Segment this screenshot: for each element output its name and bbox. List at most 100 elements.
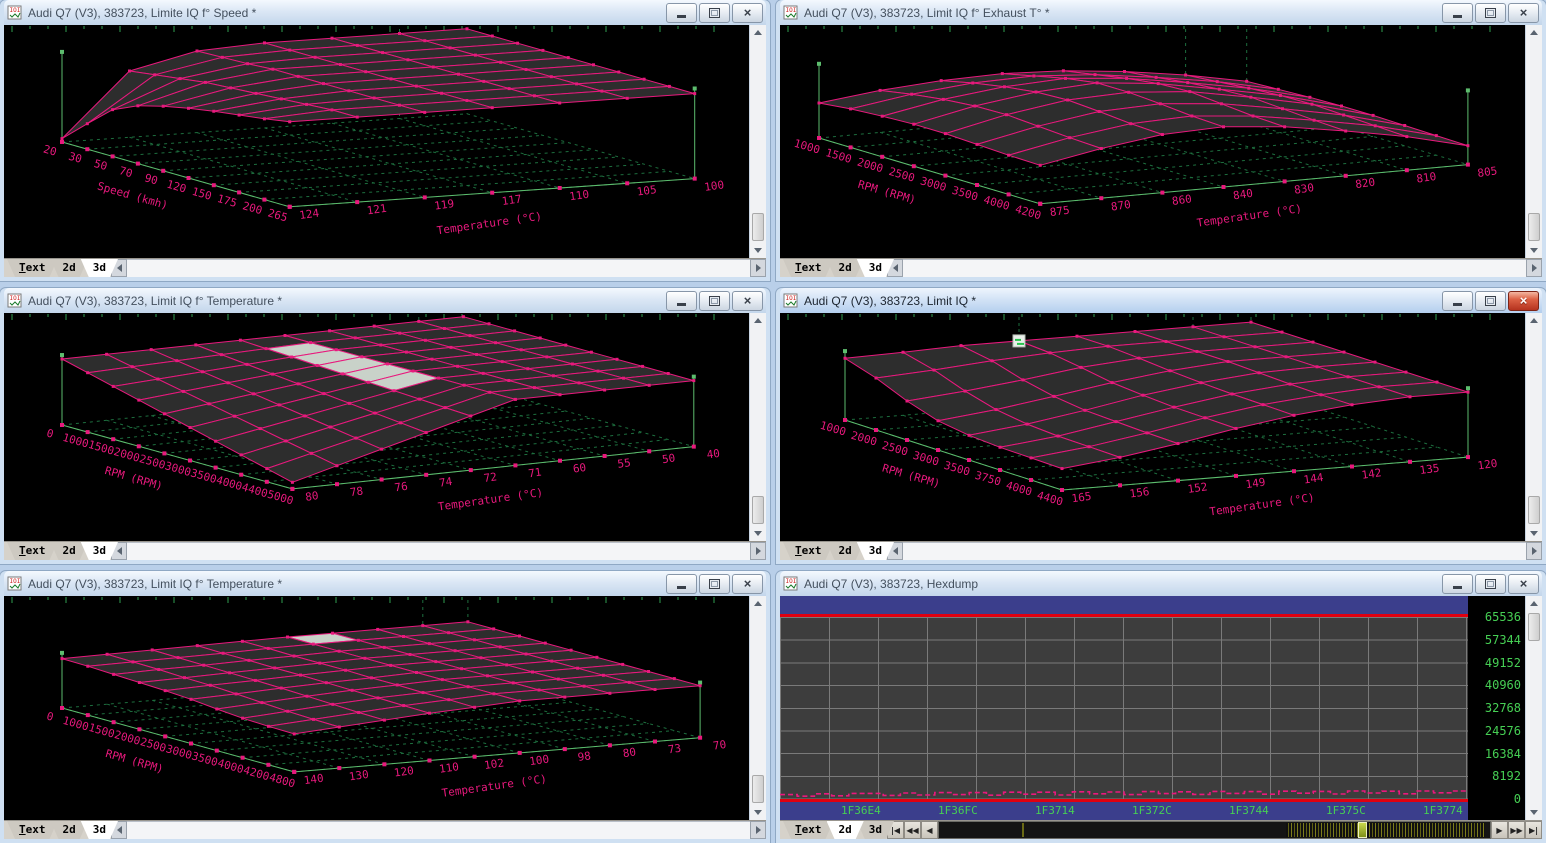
vertical-scrollbar[interactable]	[1525, 596, 1542, 820]
scroll-up-arrow[interactable]	[750, 25, 766, 40]
tab-text[interactable]: Text	[783, 542, 834, 560]
scroll-up-arrow[interactable]	[750, 596, 766, 611]
scroll-down-arrow[interactable]	[1526, 243, 1542, 258]
scrollbar-thumb[interactable]	[752, 775, 764, 803]
minimize-button[interactable]	[1442, 574, 1473, 594]
minimize-button[interactable]	[666, 291, 697, 311]
surface-plot-limit-iq[interactable]: 10002000250030003500375040004400RPM (RPM…	[780, 313, 1525, 541]
vertical-scrollbar[interactable]	[749, 25, 766, 258]
hscroll-right-arrow[interactable]	[750, 542, 766, 560]
hscroll-right-arrow[interactable]	[750, 821, 766, 839]
horizontal-scrollbar-track[interactable]	[903, 542, 1526, 560]
window-title: Audi Q7 (V3), 383723, Limite IQ f° Speed…	[28, 6, 666, 20]
surface-plot-temperature-1[interactable]: 0100015002000250030003500400044005000RPM…	[4, 313, 749, 541]
hexdump-trace	[780, 787, 1468, 799]
nav-fast-fwd-button[interactable]: ▶▶	[1508, 821, 1525, 839]
close-button[interactable]: ×	[732, 291, 763, 311]
restore-button[interactable]	[699, 291, 730, 311]
nav-fwd-button[interactable]: ▶	[1491, 821, 1508, 839]
titlebar[interactable]: IOI Audi Q7 (V3), 383723, Limit IQ f° Ex…	[780, 0, 1542, 25]
minimize-icon	[677, 303, 686, 306]
svg-text:80: 80	[622, 745, 637, 760]
svg-text:130: 130	[348, 768, 369, 784]
nav-fast-back-button[interactable]: ◀◀	[904, 821, 921, 839]
tab-text[interactable]: Text	[7, 542, 58, 560]
minimize-button[interactable]	[666, 574, 697, 594]
horizontal-scrollbar-track[interactable]	[127, 821, 750, 839]
titlebar[interactable]: IOI Audi Q7 (V3), 383723, Limit IQ * ×	[780, 288, 1542, 313]
titlebar[interactable]: IOI Audi Q7 (V3), 383723, Limit IQ f° Te…	[4, 288, 766, 313]
scroll-up-arrow[interactable]	[1526, 25, 1542, 40]
tab-2d[interactable]: 2d	[827, 821, 864, 839]
restore-button[interactable]	[699, 574, 730, 594]
scroll-up-arrow[interactable]	[750, 313, 766, 328]
svg-text:175: 175	[216, 192, 239, 210]
svg-text:110: 110	[438, 760, 459, 776]
hscroll-right-arrow[interactable]	[1526, 259, 1542, 277]
triangle-down-icon	[754, 531, 762, 540]
scroll-down-arrow[interactable]	[1526, 805, 1542, 820]
window-limit-iq-temperature-1: IOI Audi Q7 (V3), 383723, Limit IQ f° Te…	[0, 288, 770, 564]
scrollbar-thumb[interactable]	[1528, 613, 1540, 641]
close-icon: ×	[744, 6, 752, 19]
hexdump-minimap-scrollbar[interactable]	[938, 821, 1491, 839]
titlebar[interactable]: IOI Audi Q7 (V3), 383723, Limite IQ f° S…	[4, 0, 766, 25]
surface-plot-speed[interactable]: 2030507090120150175200265Speed (kmh)1241…	[4, 25, 749, 258]
minimize-button[interactable]	[1442, 291, 1473, 311]
close-button[interactable]: ×	[732, 3, 763, 23]
hscroll-right-arrow[interactable]	[750, 259, 766, 277]
tab-text[interactable]: Text	[783, 821, 834, 839]
surface-plot-exhaust[interactable]: 10001500200025003000350040004200RPM (RPM…	[780, 25, 1525, 258]
svg-text:102: 102	[483, 756, 504, 772]
address-label: 1F372C	[1132, 804, 1172, 817]
titlebar[interactable]: IOI Audi Q7 (V3), 383723, Limit IQ f° Te…	[4, 571, 766, 596]
svg-text:150: 150	[190, 185, 213, 203]
titlebar[interactable]: IOI Audi Q7 (V3), 383723, Hexdump ×	[780, 571, 1542, 596]
close-button[interactable]: ×	[1508, 3, 1539, 23]
minimize-button[interactable]	[1442, 3, 1473, 23]
scroll-down-arrow[interactable]	[750, 243, 766, 258]
minimap-position-marker[interactable]	[1358, 822, 1367, 838]
hexdump-top-band	[780, 596, 1468, 614]
scroll-down-arrow[interactable]	[750, 805, 766, 820]
scrollbar-thumb[interactable]	[752, 213, 764, 241]
minimap-data-cluster	[1286, 823, 1484, 837]
scroll-down-arrow[interactable]	[1526, 526, 1542, 541]
tab-text[interactable]: Text	[7, 259, 58, 277]
svg-text:73: 73	[667, 742, 682, 757]
surface-plot-temperature-2[interactable]: 0100015002000250030003500400042004800RPM…	[4, 596, 749, 820]
close-button[interactable]: ×	[732, 574, 763, 594]
horizontal-scrollbar-track[interactable]	[127, 542, 750, 560]
restore-button[interactable]	[1475, 3, 1506, 23]
scrollbar-thumb[interactable]	[752, 496, 764, 524]
horizontal-scrollbar-track[interactable]	[903, 259, 1526, 277]
horizontal-scrollbar-track[interactable]	[127, 259, 750, 277]
svg-text:840: 840	[1232, 187, 1253, 203]
vertical-scrollbar[interactable]	[1525, 25, 1542, 258]
vertical-scrollbar[interactable]	[749, 596, 766, 820]
restore-button[interactable]	[699, 3, 730, 23]
scroll-up-arrow[interactable]	[1526, 313, 1542, 328]
svg-text:100: 100	[703, 178, 724, 194]
tab-text[interactable]: Text	[783, 259, 834, 277]
svg-text:200: 200	[241, 199, 264, 217]
tab-text[interactable]: Text	[7, 821, 58, 839]
hexdump-grid[interactable]	[780, 617, 1468, 799]
minimize-button[interactable]	[666, 3, 697, 23]
nav-back-button[interactable]: ◀	[921, 821, 938, 839]
restore-button[interactable]	[1475, 291, 1506, 311]
close-button[interactable]: ×	[1508, 291, 1539, 311]
close-button[interactable]: ×	[1508, 574, 1539, 594]
nav-last-button[interactable]: ▶|	[1525, 821, 1542, 839]
vertical-scrollbar[interactable]	[749, 313, 766, 541]
vertical-scrollbar[interactable]	[1525, 313, 1542, 541]
hexdump-graph[interactable]: 1F36E41F36FC1F37141F372C1F37441F375C1F37…	[780, 596, 1468, 820]
svg-text:50: 50	[661, 451, 676, 466]
scroll-up-arrow[interactable]	[1526, 596, 1542, 611]
restore-icon	[1485, 296, 1496, 306]
restore-button[interactable]	[1475, 574, 1506, 594]
scrollbar-thumb[interactable]	[1528, 496, 1540, 524]
hscroll-right-arrow[interactable]	[1526, 542, 1542, 560]
scroll-down-arrow[interactable]	[750, 526, 766, 541]
scrollbar-thumb[interactable]	[1528, 213, 1540, 241]
